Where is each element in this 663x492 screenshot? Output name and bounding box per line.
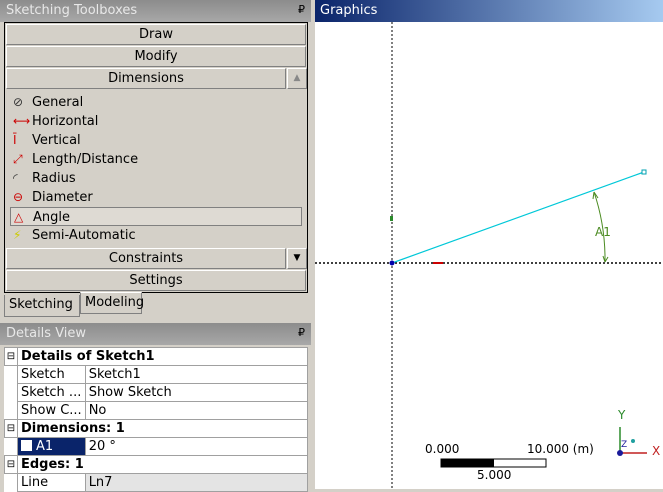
graphics-viewport[interactable]: A1 0.000 10.000 (m) 5.000 Y X Z — [315, 0, 663, 489]
x-axis-label: X — [652, 444, 661, 458]
left-panel: Sketching Toolboxes ₽ Draw Modify Dimensi… — [0, 0, 311, 492]
property-value[interactable]: Sketch1 — [84, 365, 309, 384]
radius-icon: ◜ — [13, 171, 18, 185]
property-value[interactable]: No — [84, 401, 309, 420]
length-icon: ⤢ — [13, 152, 23, 166]
horizontal-dimension-icon: ⟷ — [13, 114, 31, 128]
dimension-label-a1[interactable]: A1 — [595, 225, 611, 239]
scale-start: 0.000 — [425, 442, 460, 456]
toolbox-title-bar: Sketching Toolboxes ₽ — [0, 0, 311, 22]
toolbox-title: Sketching Toolboxes — [6, 3, 138, 18]
scroll-down-button[interactable]: ▼ — [287, 248, 307, 269]
tool-length-distance[interactable]: ⤢ Length/Distance — [10, 150, 302, 169]
property-value[interactable]: 20 ° — [84, 437, 309, 456]
collapse-icon[interactable]: ⊟ — [4, 347, 18, 366]
tool-diameter[interactable]: ⊖ Diameter — [10, 188, 302, 207]
tool-radius[interactable]: ◜ Radius — [10, 169, 302, 188]
tool-label: Length/Distance — [32, 152, 139, 167]
tool-label: Diameter — [32, 190, 93, 205]
x-axis-marker — [433, 262, 443, 264]
pin-icon[interactable]: ₽ — [298, 3, 305, 16]
semi-automatic-icon: ⚡ — [13, 228, 22, 242]
property-name: Sketch ... — [17, 383, 86, 402]
origin-point — [389, 260, 395, 266]
tool-horizontal[interactable]: ⟷ Horizontal — [10, 112, 302, 131]
z-axis-dot — [617, 450, 623, 456]
tab-sketching[interactable]: Sketching — [4, 295, 80, 317]
details-title: Details View — [6, 326, 87, 341]
diameter-icon: ⊖ — [13, 190, 24, 204]
scale-bar-fill — [441, 459, 494, 467]
checkbox[interactable] — [21, 440, 32, 451]
tab-modeling[interactable]: Modeling — [80, 292, 144, 314]
tool-label: Angle — [33, 210, 70, 225]
graphics-title-bar: Graphics — [315, 0, 663, 22]
draw-section-button[interactable]: Draw — [6, 24, 306, 45]
modify-section-button[interactable]: Modify — [6, 46, 306, 67]
sketch-line-ln7 — [391, 171, 645, 264]
scroll-up-button[interactable]: ▲ — [287, 68, 307, 89]
property-label: A1 — [36, 439, 54, 454]
tool-label: Horizontal — [32, 114, 99, 129]
tool-general[interactable]: ⊘ General — [10, 93, 302, 112]
tool-angle[interactable]: △ Angle — [10, 207, 302, 226]
scale-end: 10.000 (m) — [527, 442, 594, 456]
details-table: ⊟ Details of Sketch1 Sketch Sketch1 Sketch… — [4, 347, 309, 492]
ruler-icon: ⊘ — [13, 95, 24, 109]
group-header: Edges: 1 — [17, 455, 308, 474]
sketch-canvas — [315, 22, 663, 489]
tool-label: Radius — [32, 171, 76, 186]
property-name-a1[interactable]: A1 — [17, 437, 86, 456]
graphics-title: Graphics — [320, 3, 378, 18]
angle-icon: △ — [14, 210, 24, 224]
group-header: Dimensions: 1 — [17, 419, 308, 438]
tool-label: Vertical — [32, 133, 81, 148]
tool-vertical[interactable]: Ī Vertical — [10, 131, 302, 150]
vertical-dimension-icon: Ī — [13, 133, 17, 147]
property-value[interactable]: Show Sketch — [84, 383, 309, 402]
view-center-dot — [631, 439, 635, 443]
property-name: Show C... — [17, 401, 86, 420]
y-axis-marker — [390, 216, 393, 221]
tool-label: Semi-Automatic — [32, 228, 136, 243]
z-axis-label: Z — [621, 440, 628, 450]
settings-section-button[interactable]: Settings — [6, 270, 306, 291]
toolbox: Draw Modify Dimensions ▲ ⊘ General ⟷ Horiz… — [4, 22, 308, 293]
y-axis-label: Y — [618, 408, 626, 422]
line-endpoint — [641, 169, 647, 175]
tool-label: General — [32, 95, 84, 110]
dimensions-section-button[interactable]: Dimensions — [6, 68, 286, 89]
constraints-section-button[interactable]: Constraints — [6, 248, 286, 269]
property-name: Sketch — [17, 365, 86, 384]
details-title-bar: Details View ₽ — [0, 323, 311, 345]
group-header: Details of Sketch1 — [17, 347, 308, 366]
tool-semi-automatic[interactable]: ⚡ Semi-Automatic — [10, 226, 302, 245]
pin-icon[interactable]: ₽ — [298, 326, 305, 339]
scale-mid: 5.000 — [477, 468, 512, 482]
collapse-icon[interactable]: ⊟ — [4, 455, 18, 474]
collapse-icon[interactable]: ⊟ — [4, 419, 18, 438]
